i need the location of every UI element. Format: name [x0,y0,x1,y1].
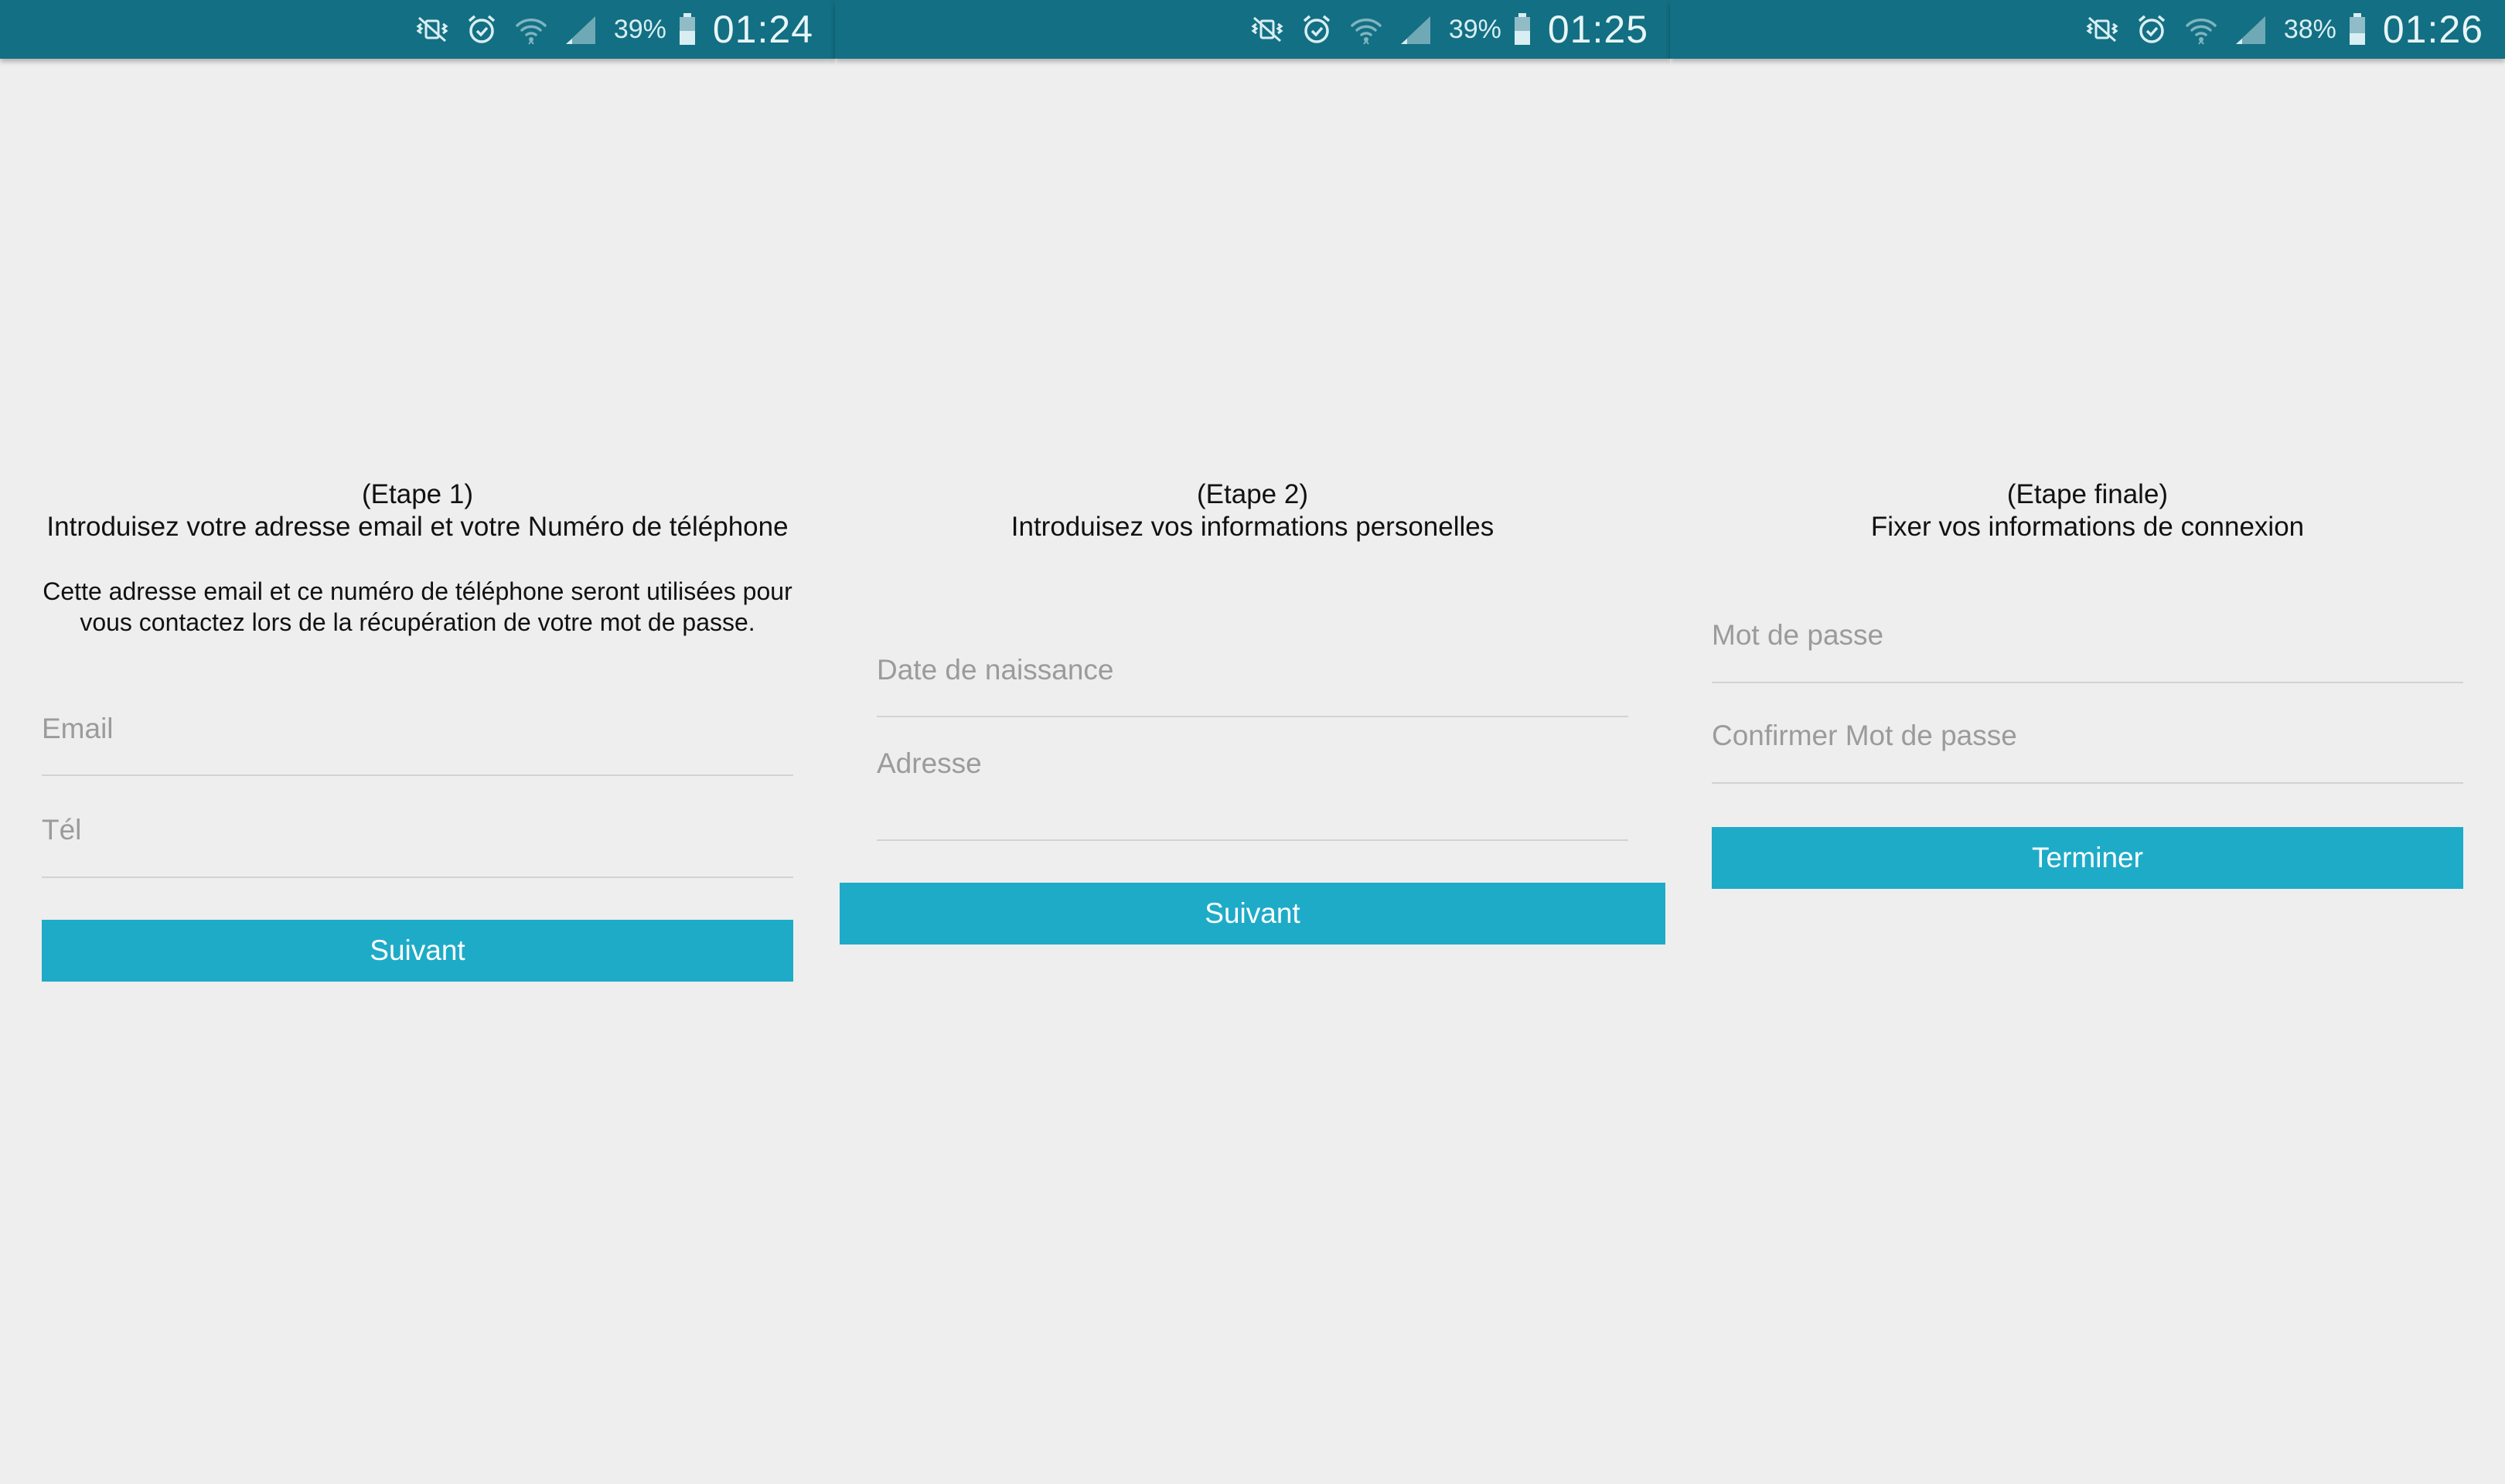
status-bar: 39% 01:25 [835,0,1670,59]
password-input[interactable] [1712,589,2463,682]
battery-percentage: 39% [1448,14,1501,44]
status-icons: 38% 01:26 [2083,0,2483,59]
battery-percentage: 39% [613,14,666,44]
status-time: 01:25 [1547,8,1648,51]
email-field [42,683,793,776]
vibrate-mute-icon [2083,10,2122,49]
status-icons: 39% 01:24 [413,0,813,59]
finish-button[interactable]: Terminer [1712,827,2463,889]
step-title: Introduisez votre adresse email et votre… [46,512,789,542]
birthdate-input[interactable] [877,625,1628,716]
screen-step-1: 39% 01:24 (Etape 1) Introduisez votre ad… [0,0,835,1484]
status-time: 01:24 [712,8,813,51]
wifi-icon [2182,10,2220,49]
step-label: (Etape 1) [362,479,473,509]
step-title: Introduisez vos informations personelles [1011,512,1494,542]
vibrate-mute-icon [1248,10,1287,49]
birthdate-field [877,625,1628,717]
next-button[interactable]: Suivant [840,883,1665,945]
email-input[interactable] [42,683,793,774]
battery-icon [1512,10,1532,49]
wifi-icon [512,10,550,49]
status-time: 01:26 [2382,8,2483,51]
step-label: (Etape 2) [1197,479,1308,509]
address-field [877,717,1628,841]
alarm-icon [462,10,501,49]
vibrate-mute-icon [413,10,452,49]
alarm-icon [2132,10,2171,49]
step-note-line-1: Cette adresse email et ce numéro de télé… [43,577,792,605]
wifi-icon [1347,10,1385,49]
step-note-line-2: vous contactez lors de la récupération d… [80,608,755,636]
screens-container: 39% 01:24 (Etape 1) Introduisez votre ad… [0,0,2505,1484]
alarm-icon [1297,10,1336,49]
battery-icon [677,10,697,49]
phone-field [42,784,793,878]
battery-percentage: 38% [2283,14,2336,44]
status-icons: 39% 01:25 [1248,0,1648,59]
confirm-password-field [1712,689,2463,784]
password-field [1712,589,2463,683]
signal-icon [561,10,600,49]
step-label: (Etape finale) [2006,479,2169,509]
battery-icon [2347,10,2367,49]
phone-input[interactable] [42,784,793,876]
signal-icon [1396,10,1435,49]
signal-icon [2231,10,2270,49]
confirm-password-input[interactable] [1712,689,2463,782]
next-button[interactable]: Suivant [42,920,793,982]
status-bar: 38% 01:26 [1670,0,2505,59]
status-bar: 39% 01:24 [0,0,835,59]
step-title: Fixer vos informations de connexion [1870,512,2305,542]
address-input[interactable] [877,717,1628,810]
screen-step-2: 39% 01:25 (Etape 2) Introduisez vos info… [835,0,1670,1484]
screen-step-final: 38% 01:26 (Etape finale) Fixer vos infor… [1670,0,2505,1484]
